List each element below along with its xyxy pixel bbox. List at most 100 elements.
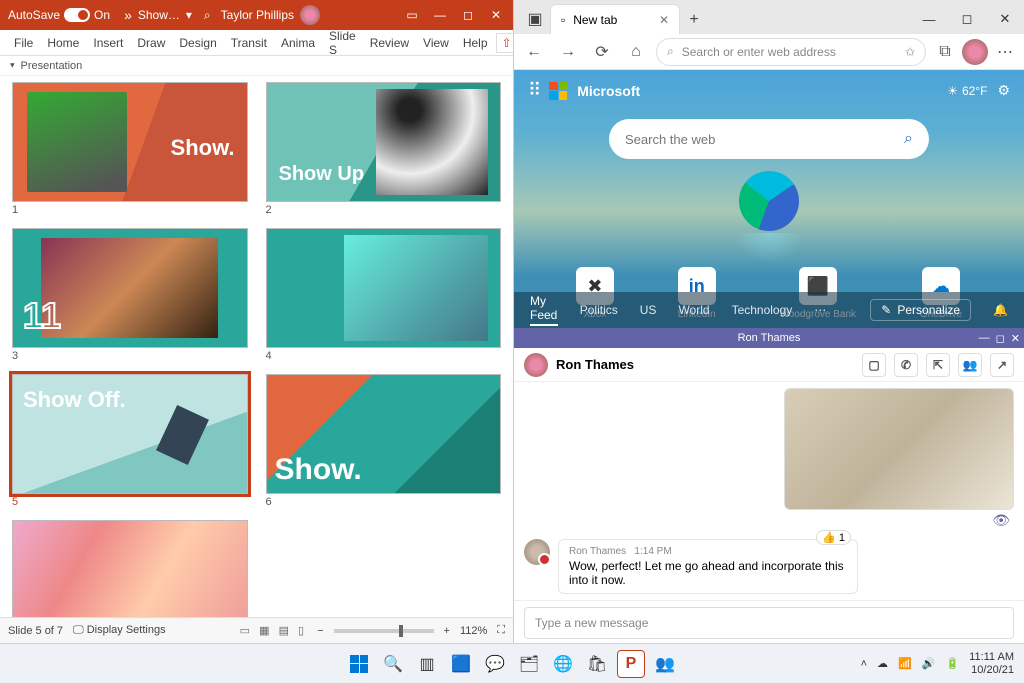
- volume-icon[interactable]: 🔊: [922, 657, 936, 670]
- close-button[interactable]: ✕: [483, 1, 509, 29]
- feed-tab-myfeed[interactable]: My Feed: [530, 294, 558, 326]
- tab-draw[interactable]: Draw: [131, 32, 171, 54]
- reading-view-icon[interactable]: ▤: [276, 625, 292, 637]
- zoom-out-button[interactable]: −: [317, 625, 323, 637]
- powerpoint-taskbar-icon[interactable]: P: [617, 650, 645, 678]
- normal-view-icon[interactable]: ▭: [237, 625, 253, 637]
- contact-name[interactable]: Ron Thames: [556, 357, 634, 372]
- title-dropdown-icon[interactable]: ▾: [186, 8, 192, 22]
- minimize-button[interactable]: —: [979, 332, 990, 345]
- slide-thumb-4[interactable]: 4: [266, 228, 502, 362]
- toggle-switch-icon[interactable]: [64, 8, 90, 22]
- sorter-section-header[interactable]: Presentation: [0, 56, 513, 76]
- document-title[interactable]: Show…: [138, 8, 180, 22]
- widgets-icon[interactable]: 🟦: [447, 650, 475, 678]
- new-tab-button[interactable]: +: [680, 6, 708, 34]
- slide-thumb-2[interactable]: Show Up2: [266, 82, 502, 216]
- tab-actions-icon[interactable]: ▣: [520, 4, 550, 34]
- add-people-icon[interactable]: 👥: [958, 353, 982, 377]
- qat-overflow-icon[interactable]: »: [124, 7, 132, 23]
- start-button[interactable]: [345, 650, 373, 678]
- contact-avatar-icon[interactable]: [524, 353, 548, 377]
- ntp-search-box[interactable]: Search the web ⌕: [609, 119, 929, 159]
- collections-icon[interactable]: ⧉: [932, 39, 958, 65]
- popout-icon[interactable]: ↗: [990, 353, 1014, 377]
- slide-counter[interactable]: Slide 5 of 7: [8, 625, 63, 637]
- minimize-button[interactable]: —: [910, 4, 948, 34]
- refresh-button[interactable]: ⟳: [588, 38, 616, 66]
- search-icon[interactable]: ⌕: [904, 130, 913, 148]
- image-message[interactable]: [784, 388, 1014, 510]
- chat-icon[interactable]: 💬: [481, 650, 509, 678]
- slide-thumb-6[interactable]: Show.6: [266, 374, 502, 508]
- tab-insert[interactable]: Insert: [87, 32, 129, 54]
- ribbon-display-icon[interactable]: ▭: [399, 1, 425, 29]
- tab-help[interactable]: Help: [457, 32, 494, 54]
- search-icon[interactable]: ⌕: [204, 8, 211, 23]
- onedrive-tray-icon[interactable]: ☁: [877, 657, 888, 670]
- maximize-button[interactable]: ◻: [948, 4, 986, 34]
- tab-file[interactable]: File: [8, 32, 39, 54]
- personalize-button[interactable]: ✎ Personalize: [870, 299, 971, 321]
- back-button[interactable]: ←: [520, 38, 548, 66]
- maximize-button[interactable]: ◻: [996, 332, 1005, 345]
- taskbar-clock[interactable]: 11:11 AM 10/20/21: [969, 651, 1014, 675]
- chat-message[interactable]: 👍 1 Ron Thames 1:14 PM Wow, perfect! Let…: [524, 539, 1014, 594]
- app-launcher-icon[interactable]: ⠿: [528, 80, 539, 101]
- tab-animations[interactable]: Anima: [275, 32, 321, 54]
- fit-to-window-icon[interactable]: ⛶: [497, 624, 505, 637]
- feed-tab-world[interactable]: World: [678, 303, 709, 317]
- compose-input[interactable]: Type a new message: [524, 607, 1014, 639]
- zoom-in-button[interactable]: +: [444, 625, 450, 637]
- video-call-icon[interactable]: ▢: [862, 353, 886, 377]
- menu-icon[interactable]: ⋯: [992, 39, 1018, 65]
- chat-messages[interactable]: 👁 👍 1 Ron Thames 1:14 PM Wow, perfect! L…: [514, 382, 1024, 600]
- slide-thumb-5[interactable]: Show Off.5: [12, 374, 248, 508]
- slide-thumb-1[interactable]: Show.1: [12, 82, 248, 216]
- sorter-view-icon[interactable]: ▦: [256, 625, 272, 637]
- browser-tab[interactable]: ▫ New tab ✕: [550, 4, 680, 34]
- store-icon[interactable]: 🛍: [583, 650, 611, 678]
- zoom-slider[interactable]: [334, 629, 434, 633]
- search-icon[interactable]: 🔍: [379, 650, 407, 678]
- tab-home[interactable]: Home: [41, 32, 85, 54]
- battery-icon[interactable]: 🔋: [945, 657, 959, 670]
- close-button[interactable]: ✕: [986, 4, 1024, 34]
- feed-tab-more-icon[interactable]: ⋯: [814, 303, 826, 317]
- tab-view[interactable]: View: [417, 32, 455, 54]
- close-button[interactable]: ✕: [1011, 332, 1020, 345]
- forward-button[interactable]: →: [554, 38, 582, 66]
- edge-taskbar-icon[interactable]: 🌐: [549, 650, 577, 678]
- settings-gear-icon[interactable]: ⚙: [997, 82, 1010, 99]
- notifications-bell-icon[interactable]: 🔔: [993, 303, 1008, 317]
- address-bar[interactable]: ⌕ Search or enter web address ✩: [656, 38, 926, 66]
- feed-tab-us[interactable]: US: [640, 303, 657, 317]
- tab-review[interactable]: Review: [364, 32, 415, 54]
- task-view-icon[interactable]: ▥: [413, 650, 441, 678]
- slide-thumb-3[interactable]: 113: [12, 228, 248, 362]
- favorite-icon[interactable]: ✩: [905, 45, 915, 59]
- minimize-button[interactable]: —: [427, 1, 453, 29]
- slide-sorter[interactable]: Show.1 Show Up2 113 4 Show Off.5 Show.6 …: [0, 76, 513, 617]
- slideshow-view-icon[interactable]: ▯: [295, 625, 307, 637]
- autosave-toggle[interactable]: AutoSave On: [4, 8, 114, 22]
- tab-design[interactable]: Design: [173, 32, 222, 54]
- profile-avatar-icon[interactable]: [962, 39, 988, 65]
- tab-transitions[interactable]: Transit: [225, 32, 273, 54]
- home-button[interactable]: ⌂: [622, 38, 650, 66]
- weather-widget[interactable]: ☀ 62°F: [947, 84, 987, 98]
- wifi-icon[interactable]: 📶: [898, 657, 912, 670]
- tab-close-icon[interactable]: ✕: [659, 13, 669, 27]
- tray-overflow-icon[interactable]: ˄: [861, 658, 867, 670]
- message-reaction[interactable]: 👍 1: [816, 530, 851, 545]
- account-button[interactable]: Taylor Phillips: [221, 5, 320, 25]
- audio-call-icon[interactable]: ✆: [894, 353, 918, 377]
- maximize-button[interactable]: ◻: [455, 1, 481, 29]
- screen-share-icon[interactable]: ⇱: [926, 353, 950, 377]
- display-settings-button[interactable]: 🖵 Display Settings: [73, 624, 166, 637]
- file-explorer-icon[interactable]: 🗂: [515, 650, 543, 678]
- feed-tab-politics[interactable]: Politics: [580, 303, 618, 317]
- slide-thumb-7[interactable]: 7: [12, 520, 248, 617]
- zoom-percent[interactable]: 112%: [460, 625, 487, 637]
- feed-tab-technology[interactable]: Technology: [732, 303, 793, 317]
